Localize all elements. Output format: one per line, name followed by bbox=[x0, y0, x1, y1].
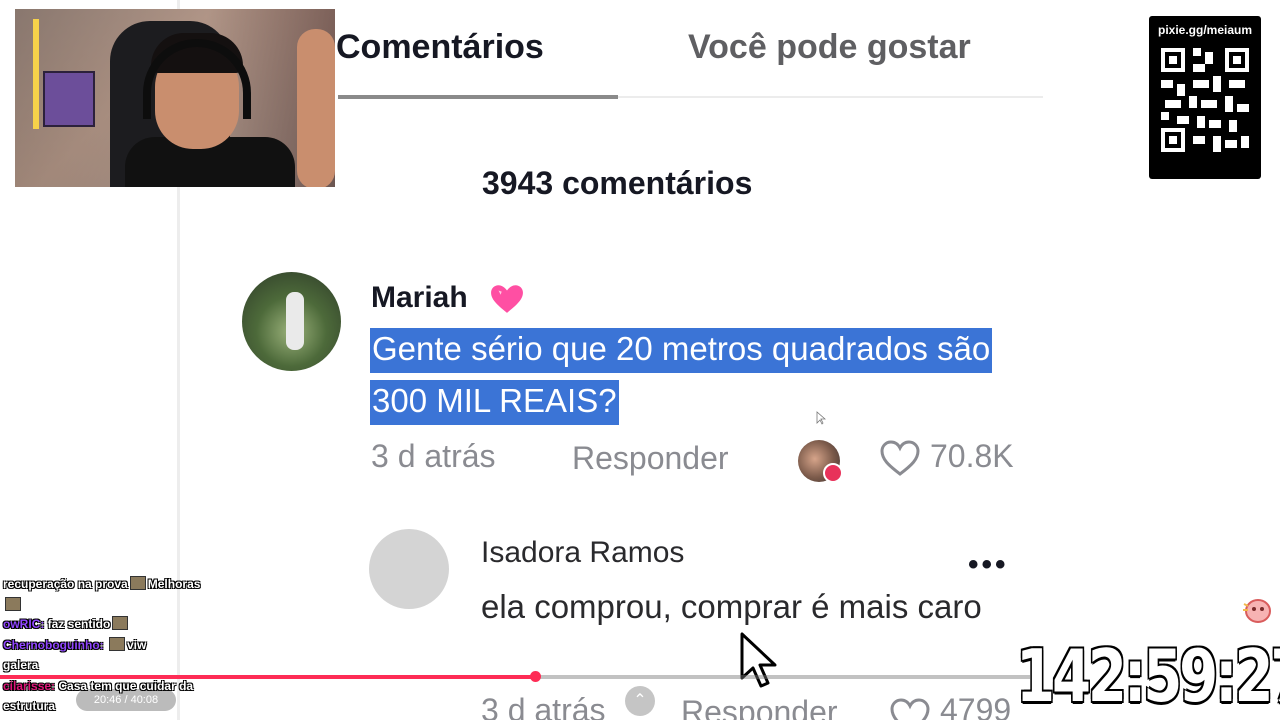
video-progress-handle[interactable] bbox=[529, 671, 541, 682]
comment-date: 3 d atrás bbox=[481, 692, 606, 720]
chat-message: galera bbox=[3, 658, 39, 672]
stream-timer: 142:59:27 bbox=[1016, 634, 1280, 718]
emote-icon bbox=[108, 637, 125, 651]
pink-heart-icon bbox=[491, 285, 523, 313]
reply-button[interactable]: Responder bbox=[681, 694, 838, 720]
more-options-icon[interactable]: ••• bbox=[968, 548, 1009, 582]
comment-date: 3 d atrás bbox=[371, 438, 496, 474]
mouse-cursor-icon bbox=[816, 411, 826, 425]
emote-icon bbox=[5, 597, 21, 611]
chevron-up-icon[interactable]: ⌃ bbox=[625, 686, 655, 716]
qr-url: pixie.gg/meiaum bbox=[1157, 23, 1253, 37]
like-heart-icon[interactable] bbox=[878, 438, 922, 478]
comment-author[interactable]: Isadora Ramos bbox=[481, 536, 684, 570]
active-tab-indicator bbox=[338, 95, 618, 99]
comment-avatar[interactable] bbox=[242, 272, 341, 371]
qr-code-panel: pixie.gg/meiaum bbox=[1149, 16, 1261, 179]
qr-code-icon bbox=[1157, 44, 1253, 156]
chat-message bbox=[3, 595, 23, 615]
comment-text: ela comprou, comprar é mais caro bbox=[481, 588, 982, 625]
tab-you-may-like[interactable]: Você pode gostar bbox=[688, 28, 971, 67]
sticker-icon bbox=[1243, 599, 1271, 623]
like-heart-icon[interactable] bbox=[888, 696, 932, 720]
streamer-webcam bbox=[15, 9, 335, 187]
like-count: 70.8K bbox=[930, 438, 1014, 474]
chat-message: cilarisse: Casa tem que cuidar da bbox=[3, 679, 194, 693]
chat-message: recuperação na prova Melhoras bbox=[3, 576, 201, 591]
comment-avatar[interactable] bbox=[369, 529, 449, 609]
emote-icon bbox=[112, 616, 129, 630]
emote-icon bbox=[129, 576, 146, 590]
chat-message: estrutura bbox=[3, 699, 56, 713]
comment-author[interactable]: Mariah bbox=[371, 281, 468, 315]
reply-button[interactable]: Responder bbox=[572, 440, 729, 477]
mouse-cursor-icon bbox=[740, 632, 777, 688]
tab-comments[interactable]: Comentários bbox=[336, 28, 544, 67]
comment-text: Gente sério que 20 metros quadrados são … bbox=[370, 323, 1030, 427]
like-count: 4799 bbox=[940, 692, 1012, 720]
liked-badge-icon bbox=[823, 463, 843, 483]
chat-message: owRIC: faz sentido bbox=[3, 614, 130, 634]
chat-message: Chernoboguinho: viw bbox=[3, 637, 147, 652]
comments-count: 3943 comentários bbox=[482, 165, 753, 201]
